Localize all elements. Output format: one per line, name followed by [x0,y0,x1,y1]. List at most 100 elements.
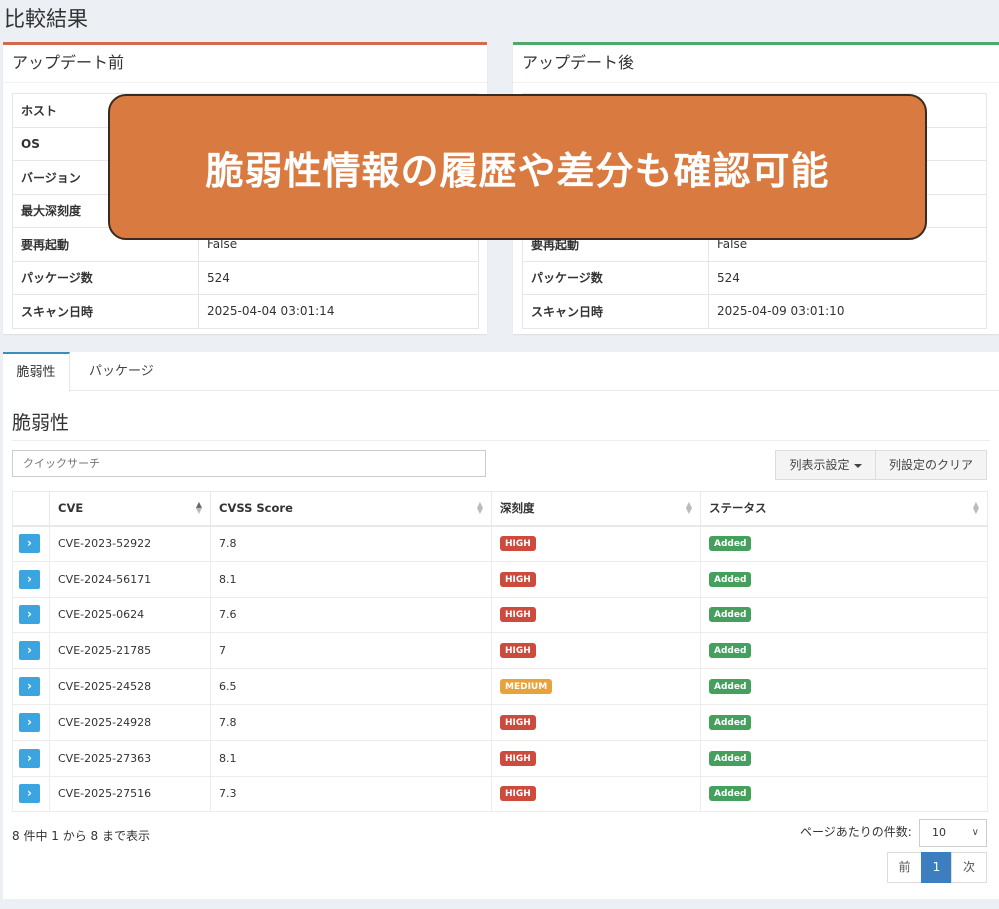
column-header-severity[interactable]: 深刻度 ▲ ▼ [491,491,701,527]
column-header-status[interactable]: ステータス ▲ ▼ [700,491,988,527]
expand-row-button[interactable]: › [19,534,40,554]
score-cell: 7 [210,632,492,670]
status-cell: Added [700,632,988,670]
status-badge: Added [709,750,752,766]
cve-header-label: CVE [58,501,84,516]
expand-cell: › [12,739,50,777]
info-row: スキャン日時 2025-04-04 03:01:14 [12,294,479,329]
pagination-prev-button[interactable]: 前 [887,852,922,883]
severity-header-label: 深刻度 [500,501,535,516]
expand-cell: › [12,525,50,562]
feature-banner: 脆弱性情報の履歴や差分も確認可能 [108,94,927,240]
expand-column-header [12,491,50,527]
column-header-cvss-score[interactable]: CVSS Score ▲ ▼ [210,491,492,527]
cve-cell: CVE-2025-0624 [49,596,211,634]
expand-row-button[interactable]: › [19,569,40,589]
section-title: 脆弱性 [12,412,70,434]
severity-badge: HIGH [500,643,536,659]
chevron-down-icon: ∨ [971,827,979,838]
sort-icon: ▲ ▼ [972,500,979,515]
severity-cell: MEDIUM [491,668,701,705]
info-value: 2025-04-04 03:01:14 [198,294,479,329]
vulnerability-panel: 脆弱性 パッケージ 脆弱性 列表示設定 列設定のクリア CVE ▲▼ CVSS … [3,352,999,899]
expand-row-button[interactable]: › [19,712,40,732]
status-badge: Added [709,679,752,695]
score-cell: 7.8 [210,703,492,741]
severity-cell: HIGH [491,632,701,670]
status-header-label: ステータス [709,501,767,516]
score-cell: 8.1 [210,739,492,777]
status-badge: Added [709,571,752,587]
expand-row-button[interactable]: › [19,748,40,768]
section-divider [12,440,990,441]
per-page-label: ページあたりの件数: [800,825,912,839]
column-settings-button[interactable]: 列表示設定 [775,450,876,480]
tab-bar: 脆弱性 パッケージ [3,352,999,392]
info-key: パッケージ数 [12,260,199,295]
info-row: スキャン日時 2025-04-09 03:01:10 [522,294,987,329]
info-row: パッケージ数 524 [12,260,479,295]
pagination-page-1[interactable]: 1 [921,852,952,883]
severity-badge: HIGH [500,786,536,802]
info-key: パッケージ数 [522,260,709,295]
column-settings-label: 列表示設定 [789,458,850,472]
severity-cell: HIGH [491,525,701,562]
pagination-next-button[interactable]: 次 [951,852,987,883]
status-cell: Added [700,739,988,777]
severity-badge: HIGH [500,571,536,587]
table-row: › CVE-2025-24928 7.8 HIGH Added [12,703,988,741]
status-badge: Added [709,607,752,623]
table-row: › CVE-2023-52922 7.8 HIGH Added [12,525,988,562]
table-row: › CVE-2025-0624 7.6 HIGH Added [12,596,988,634]
info-key: スキャン日時 [522,294,709,329]
status-cell: Added [700,525,988,562]
severity-cell: HIGH [491,596,701,634]
table-row: › CVE-2025-27516 7.3 HIGH Added [12,775,988,813]
status-badge: Added [709,643,752,659]
expand-row-button[interactable]: › [19,605,40,625]
column-header-cve[interactable]: CVE ▲ ▼ [49,491,211,527]
expand-cell: › [12,775,50,813]
expand-cell: › [12,703,50,741]
before-box-title: アップデート前 [3,45,487,83]
expand-row-button[interactable]: › [19,784,40,804]
caret-down-icon [853,463,862,468]
score-cell: 7.3 [210,775,492,813]
score-cell: 7.6 [210,596,492,634]
tab-vulnerabilities[interactable]: 脆弱性 [3,352,70,392]
expand-row-button[interactable]: › [19,641,40,661]
cve-cell: CVE-2025-27516 [49,775,211,813]
cve-cell: CVE-2024-56171 [49,560,211,598]
table-row: › CVE-2025-21785 7 HIGH Added [12,632,988,670]
sort-icon: ▲ ▼ [195,500,202,515]
table-info-text: 8 件中 1 から 8 まで表示 [12,829,150,843]
status-cell: Added [700,596,988,634]
per-page-select[interactable]: 10 ∨ [919,819,987,847]
status-cell: Added [700,560,988,598]
page-title: 比較結果 [4,7,88,31]
table-row: › CVE-2025-27363 8.1 HIGH Added [12,739,988,777]
severity-badge: HIGH [500,536,536,552]
cve-cell: CVE-2025-21785 [49,632,211,670]
cve-cell: CVE-2025-24528 [49,668,211,705]
score-cell: 8.1 [210,560,492,598]
table-row: › CVE-2024-56171 8.1 HIGH Added [12,560,988,598]
status-cell: Added [700,703,988,741]
severity-cell: HIGH [491,703,701,741]
cve-cell: CVE-2023-52922 [49,525,211,562]
vulnerability-table: CVE ▲ ▼ CVSS Score ▲ ▼ 深刻度 ▲ ▼ ステータス ▲ ▼ › CV… [12,491,988,813]
score-cell: 7.8 [210,525,492,562]
severity-badge: HIGH [500,607,536,623]
info-value: 524 [708,260,987,295]
clear-column-settings-button[interactable]: 列設定のクリア [875,450,987,480]
expand-cell: › [12,668,50,705]
status-badge: Added [709,536,752,552]
sort-icon: ▲ ▼ [685,500,692,515]
info-value: 524 [198,260,479,295]
after-box-title: アップデート後 [513,45,999,83]
severity-badge: HIGH [500,714,536,730]
quick-search-input[interactable] [12,450,486,477]
expand-row-button[interactable]: › [19,677,40,697]
tab-packages[interactable]: パッケージ [89,352,154,391]
status-badge: Added [709,714,752,730]
